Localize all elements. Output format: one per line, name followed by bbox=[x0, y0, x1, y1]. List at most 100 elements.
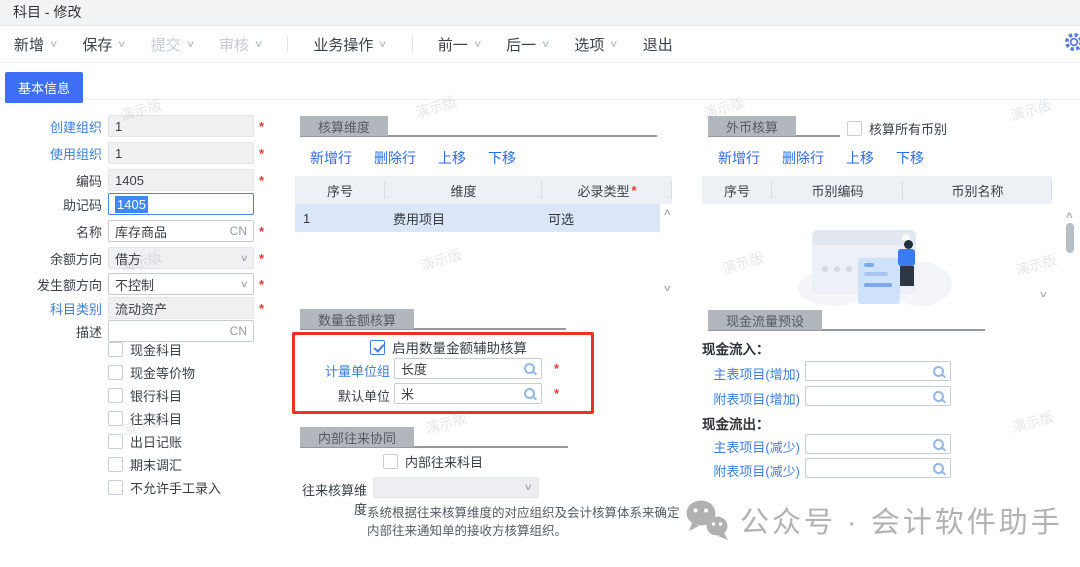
main-item-decrease-label[interactable]: 主表项目(减少) bbox=[690, 437, 800, 457]
toolbar-separator bbox=[412, 36, 413, 52]
toolbar-previous-button[interactable]: 前一 bbox=[438, 34, 481, 55]
required-marker: * bbox=[259, 146, 264, 161]
chevron-down-icon[interactable] bbox=[541, 39, 551, 50]
create-org-label[interactable]: 创建组织 bbox=[0, 117, 108, 136]
toolbar-new-button[interactable]: 新增 bbox=[14, 34, 57, 55]
current-account-checkbox[interactable] bbox=[108, 411, 123, 426]
locale-cn-badge: CN bbox=[230, 324, 247, 338]
move-down-link[interactable]: 下移 bbox=[488, 148, 516, 168]
no-manual-entry-checkbox[interactable] bbox=[108, 480, 123, 495]
search-icon[interactable] bbox=[933, 391, 944, 402]
chevron-down-icon[interactable] bbox=[473, 39, 483, 50]
sub-item-increase-label[interactable]: 附表项目(增加) bbox=[690, 389, 800, 409]
panel-title-foreign-currency: 外币核算 bbox=[708, 116, 796, 136]
scroll-up-icon[interactable]: ∧ bbox=[1064, 210, 1074, 221]
delete-row-link[interactable]: 删除行 bbox=[374, 148, 416, 168]
default-unit-lookup[interactable]: 米 bbox=[394, 383, 542, 404]
tab-basic-info[interactable]: 基本信息 bbox=[5, 72, 83, 103]
unit-group-lookup[interactable]: 长度 bbox=[394, 358, 542, 379]
required-marker: * bbox=[554, 386, 559, 401]
person-illustration bbox=[898, 240, 915, 286]
account-category-label[interactable]: 科目类别 bbox=[0, 299, 108, 318]
use-org-label[interactable]: 使用组织 bbox=[0, 144, 108, 163]
chevron-down-icon[interactable] bbox=[378, 39, 388, 50]
toolbar-submit-button: 提交 bbox=[151, 34, 194, 55]
chevron-down-icon[interactable] bbox=[49, 39, 59, 50]
checkbox-row-daily-journal: 出日记账 bbox=[108, 432, 182, 451]
chevron-down-icon bbox=[186, 39, 196, 50]
search-icon[interactable] bbox=[933, 463, 944, 474]
unit-group-label[interactable]: 计量单位组 bbox=[280, 361, 390, 381]
col-currency-code: 币别编码 bbox=[772, 176, 903, 204]
search-icon[interactable] bbox=[524, 363, 535, 374]
required-marker: * bbox=[259, 173, 264, 188]
chevron-down-icon[interactable] bbox=[240, 279, 249, 290]
move-up-link[interactable]: 上移 bbox=[846, 148, 874, 168]
search-icon[interactable] bbox=[933, 366, 944, 377]
internal-account-row: 内部往来科目 bbox=[383, 452, 483, 471]
all-currency-row: 核算所有币别 bbox=[847, 119, 947, 138]
required-marker: * bbox=[259, 301, 264, 316]
period-end-adjust-checkbox[interactable] bbox=[108, 457, 123, 472]
cash-account-checkbox[interactable] bbox=[108, 342, 123, 357]
panel-title-dimension: 核算维度 bbox=[300, 116, 388, 136]
add-row-link[interactable]: 新增行 bbox=[310, 148, 352, 168]
cash-inflow-label: 现金流入： bbox=[702, 338, 770, 358]
current-dimension-select bbox=[373, 477, 539, 498]
enable-qty-checkbox[interactable] bbox=[370, 340, 385, 355]
search-icon[interactable] bbox=[524, 388, 535, 399]
dimension-table-row[interactable]: 1 费用项目 可选 bbox=[295, 204, 660, 232]
description-input[interactable]: CN bbox=[108, 320, 254, 342]
foreign-table-header: 序号 币别编码 币别名称 bbox=[702, 176, 1052, 204]
all-currency-checkbox[interactable] bbox=[847, 121, 862, 136]
internal-help-text: 系统根据往来核算维度的对应组织及会计核算体系来确定 内部往来通知单的接收方核算组… bbox=[367, 505, 680, 540]
search-icon[interactable] bbox=[933, 439, 944, 450]
scroll-up-icon[interactable]: ∧ bbox=[662, 207, 672, 218]
field-row-name: 名称 库存商品 CN * bbox=[0, 220, 264, 242]
demo-watermark: 演示版 bbox=[418, 245, 464, 276]
mnemonic-input[interactable]: 1405 bbox=[108, 193, 254, 215]
enable-qty-row: 启用数量金额辅助核算 bbox=[370, 337, 527, 357]
chevron-down-icon[interactable] bbox=[609, 39, 619, 50]
bank-account-checkbox[interactable] bbox=[108, 388, 123, 403]
selected-text: 1405 bbox=[115, 196, 148, 213]
toolbar-business-ops-button[interactable]: 业务操作 bbox=[313, 34, 386, 55]
toolbar-save-button[interactable]: 保存 bbox=[82, 34, 125, 55]
move-down-link[interactable]: 下移 bbox=[896, 148, 924, 168]
chevron-down-icon[interactable] bbox=[117, 39, 127, 50]
name-input[interactable]: 库存商品 CN bbox=[108, 220, 254, 242]
balance-direction-label: 余额方向 bbox=[0, 249, 108, 268]
dimension-table-header: 序号 维度 必录类型* bbox=[295, 176, 672, 204]
toolbar-options-button[interactable]: 选项 bbox=[574, 34, 617, 55]
sub-item-decrease-label[interactable]: 附表项目(减少) bbox=[690, 461, 800, 481]
toolbar-next-button[interactable]: 后一 bbox=[506, 34, 549, 55]
main-item-increase-lookup[interactable] bbox=[805, 361, 951, 381]
required-marker: * bbox=[259, 119, 264, 134]
delete-row-link[interactable]: 删除行 bbox=[782, 148, 824, 168]
add-row-link[interactable]: 新增行 bbox=[718, 148, 760, 168]
account-category-field: 流动资产 bbox=[108, 297, 254, 319]
toolbar-exit-button[interactable]: 退出 bbox=[643, 34, 673, 55]
panel-title-cashflow: 现金流量预设 bbox=[708, 310, 822, 330]
empty-state-illustration bbox=[798, 222, 953, 312]
checkbox-row-cash-equivalent: 现金等价物 bbox=[108, 363, 195, 382]
scroll-down-icon[interactable]: ∨ bbox=[662, 283, 672, 294]
amount-direction-label: 发生额方向 bbox=[0, 275, 108, 294]
daily-journal-checkbox[interactable] bbox=[108, 434, 123, 449]
internal-account-checkbox[interactable] bbox=[383, 454, 398, 469]
code-field: 1405 bbox=[108, 169, 254, 191]
move-up-link[interactable]: 上移 bbox=[438, 148, 466, 168]
gear-icon[interactable] bbox=[1062, 30, 1080, 54]
cash-equivalent-checkbox[interactable] bbox=[108, 365, 123, 380]
amount-direction-select[interactable]: 不控制 bbox=[108, 273, 254, 295]
chevron-down-icon bbox=[240, 253, 249, 264]
sub-item-increase-lookup[interactable] bbox=[805, 386, 951, 406]
main-item-decrease-lookup[interactable] bbox=[805, 434, 951, 454]
scrollbar-thumb[interactable] bbox=[1066, 223, 1074, 253]
use-org-field: 1 bbox=[108, 142, 254, 164]
main-item-increase-label[interactable]: 主表项目(增加) bbox=[690, 364, 800, 384]
create-org-field: 1 bbox=[108, 115, 254, 137]
required-marker: * bbox=[259, 277, 264, 292]
scroll-down-icon[interactable]: ∨ bbox=[1038, 289, 1048, 300]
sub-item-decrease-lookup[interactable] bbox=[805, 458, 951, 478]
